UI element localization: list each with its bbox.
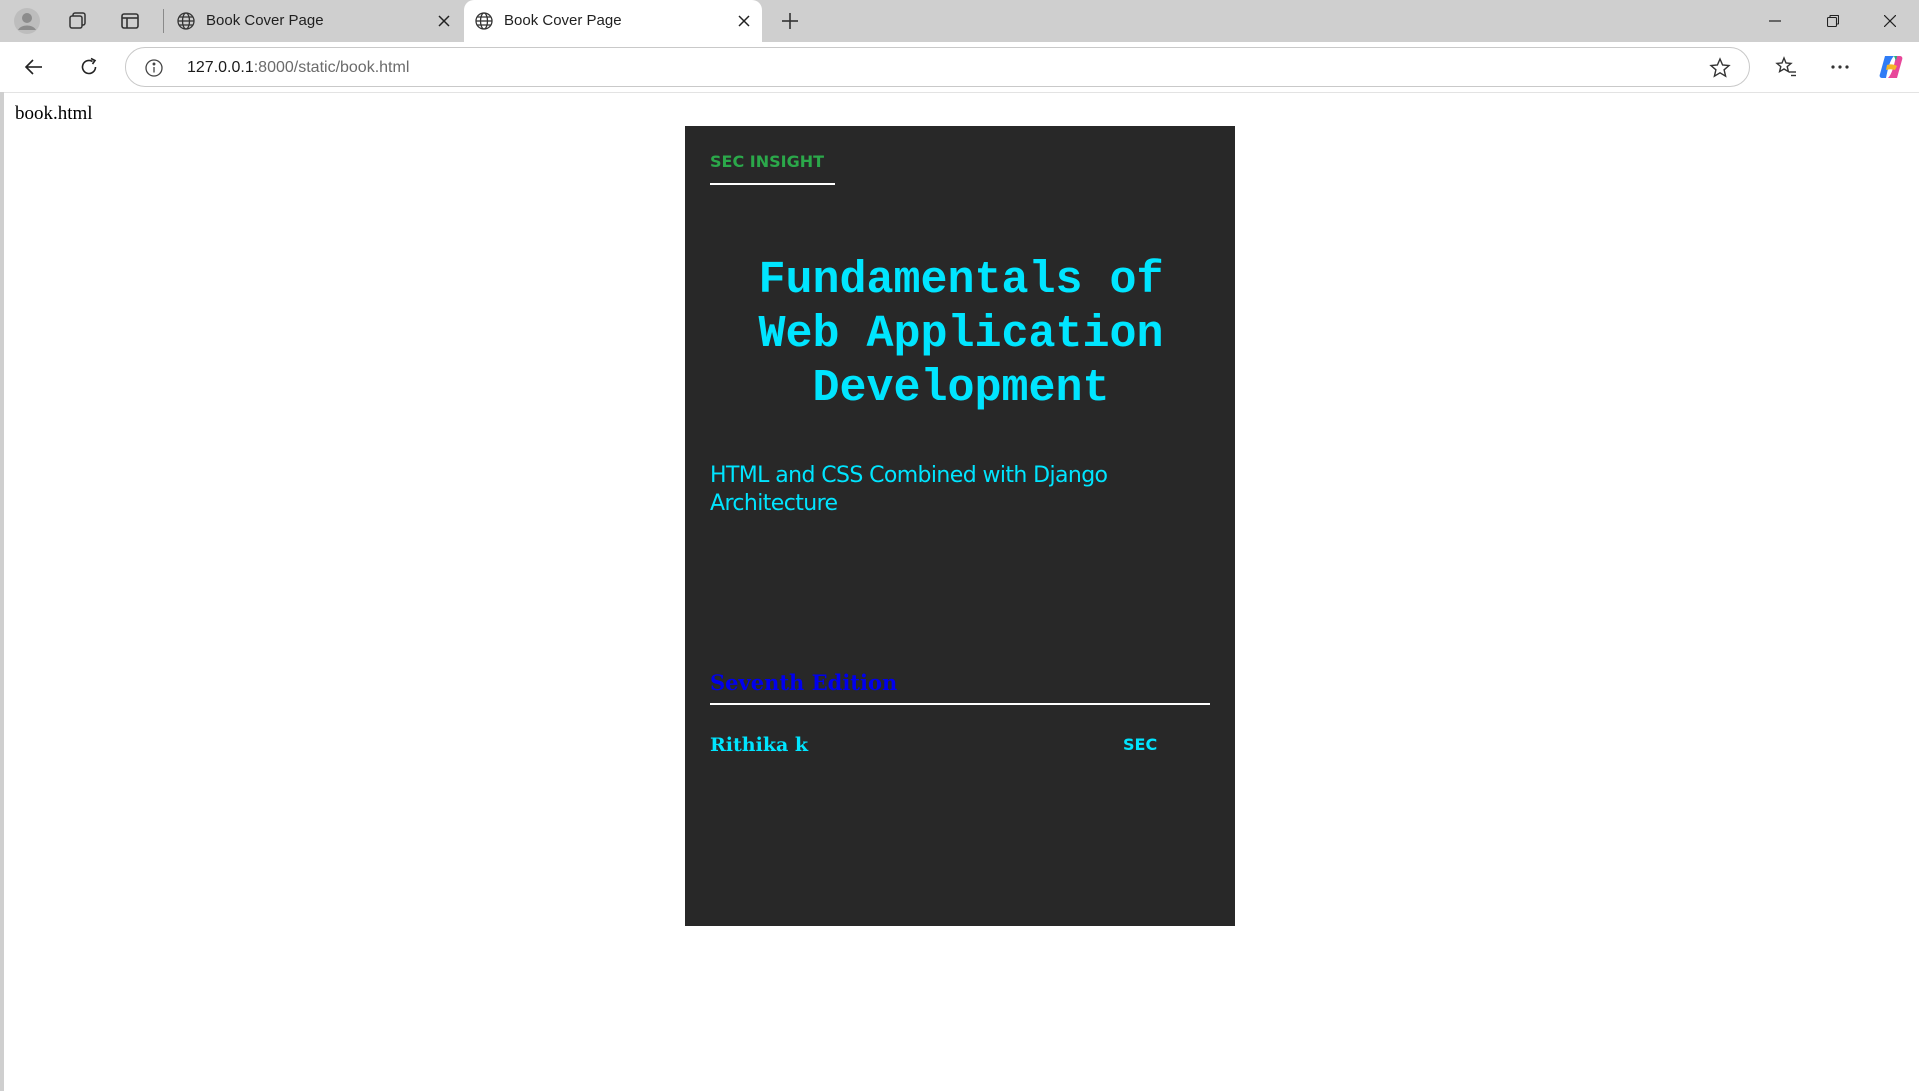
tab-actions-button[interactable]: [109, 4, 151, 38]
page-label: book.html: [15, 103, 93, 124]
imprint-label: SEC: [1123, 735, 1158, 754]
back-arrow-icon: [24, 59, 42, 75]
globe-icon: [177, 12, 195, 30]
tab-separator: [163, 9, 164, 33]
address-bar[interactable]: 127.0.0.1:8000/static/book.html: [125, 47, 1750, 87]
favorites-icon: [1775, 56, 1796, 77]
workspaces-button[interactable]: [56, 4, 98, 38]
workspaces-icon: [69, 12, 86, 29]
profile-icon: [14, 8, 40, 34]
close-icon: [1884, 15, 1896, 27]
favorites-button[interactable]: [1766, 49, 1806, 85]
book-cover: SEC INSIGHT Fundamentals of Web Applicat…: [685, 126, 1235, 926]
info-icon[interactable]: [144, 58, 164, 78]
globe-icon: [475, 12, 493, 30]
url-text[interactable]: 127.0.0.1:8000/static/book.html: [187, 59, 409, 77]
new-tab-button[interactable]: [772, 4, 808, 38]
restore-icon: [1827, 15, 1839, 27]
page-viewport: book.html SEC INSIGHT Fundamentals of We…: [4, 92, 1919, 1091]
plus-icon: [782, 13, 798, 29]
url-host: 127.0.0.1: [187, 59, 254, 76]
copilot-icon: [1879, 56, 1903, 78]
profile-button[interactable]: [6, 4, 48, 38]
close-tab-button[interactable]: [734, 11, 754, 31]
author-name: Rithika k: [710, 734, 809, 756]
tab-actions-icon: [121, 13, 139, 29]
tab-title: Book Cover Page: [504, 12, 622, 29]
refresh-icon: [81, 57, 97, 75]
tab-strip: Book Cover Page Book Cover Page: [0, 0, 1919, 42]
book-title: Fundamentals of Web Application Developm…: [758, 255, 1164, 414]
tab-book-cover-1[interactable]: Book Cover Page: [166, 0, 462, 42]
minimize-button[interactable]: [1746, 0, 1804, 42]
more-icon: [1831, 65, 1849, 69]
star-icon[interactable]: [1709, 57, 1731, 79]
close-tab-button[interactable]: [434, 11, 454, 31]
url-path: :8000/static/book.html: [253, 59, 410, 76]
tab-title: Book Cover Page: [206, 12, 324, 29]
back-button[interactable]: [14, 49, 54, 85]
publisher-name: SEC INSIGHT: [710, 152, 825, 171]
refresh-button[interactable]: [69, 49, 109, 85]
maximize-button[interactable]: [1804, 0, 1862, 42]
edition-label: Seventh Edition: [710, 670, 898, 695]
more-button[interactable]: [1820, 49, 1860, 85]
close-window-button[interactable]: [1861, 0, 1919, 42]
copilot-button[interactable]: [1876, 52, 1906, 82]
publisher-divider: [710, 183, 835, 185]
browser-toolbar: 127.0.0.1:8000/static/book.html: [0, 42, 1919, 92]
book-subtitle: HTML and CSS Combined with Django Archit…: [710, 463, 1108, 516]
edition-divider: [710, 703, 1210, 705]
close-icon: [738, 15, 750, 27]
tab-book-cover-2[interactable]: Book Cover Page: [464, 0, 762, 42]
minimize-icon: [1769, 20, 1781, 22]
close-icon: [438, 15, 450, 27]
